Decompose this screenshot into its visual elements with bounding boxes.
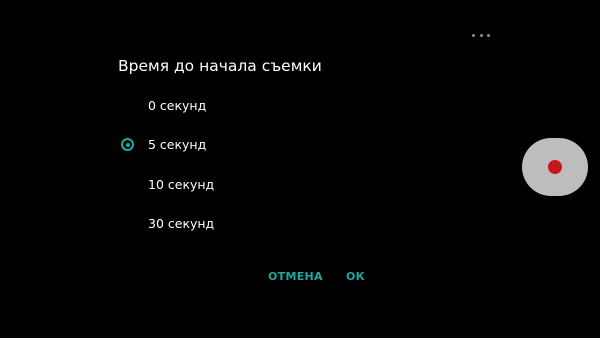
dialog-title: Время до начала съемки bbox=[118, 57, 322, 75]
option-label: 10 секунд bbox=[148, 177, 215, 192]
cancel-button[interactable]: ОТМЕНА bbox=[268, 270, 323, 283]
radio-icon bbox=[121, 138, 134, 151]
timer-option-5s[interactable]: 5 секунд bbox=[118, 131, 368, 161]
record-icon bbox=[548, 160, 562, 174]
camera-screen: Время до начала съемки 0 секунд 5 секунд… bbox=[0, 0, 600, 338]
option-label: 0 секунд bbox=[148, 98, 207, 113]
option-label: 30 секунд bbox=[148, 216, 215, 231]
more-dots-icon[interactable] bbox=[472, 30, 490, 40]
option-label: 5 секунд bbox=[148, 137, 207, 152]
timer-option-10s[interactable]: 10 секунд bbox=[118, 171, 368, 201]
ok-button[interactable]: ОК bbox=[346, 270, 365, 283]
timer-option-0s[interactable]: 0 секунд bbox=[118, 92, 368, 122]
record-button[interactable] bbox=[522, 138, 588, 196]
timer-option-30s[interactable]: 30 секунд bbox=[118, 210, 368, 240]
timer-dialog: Время до начала съемки 0 секунд 5 секунд… bbox=[98, 40, 398, 300]
dot bbox=[479, 33, 483, 37]
dot bbox=[487, 33, 490, 37]
dot bbox=[472, 33, 475, 37]
